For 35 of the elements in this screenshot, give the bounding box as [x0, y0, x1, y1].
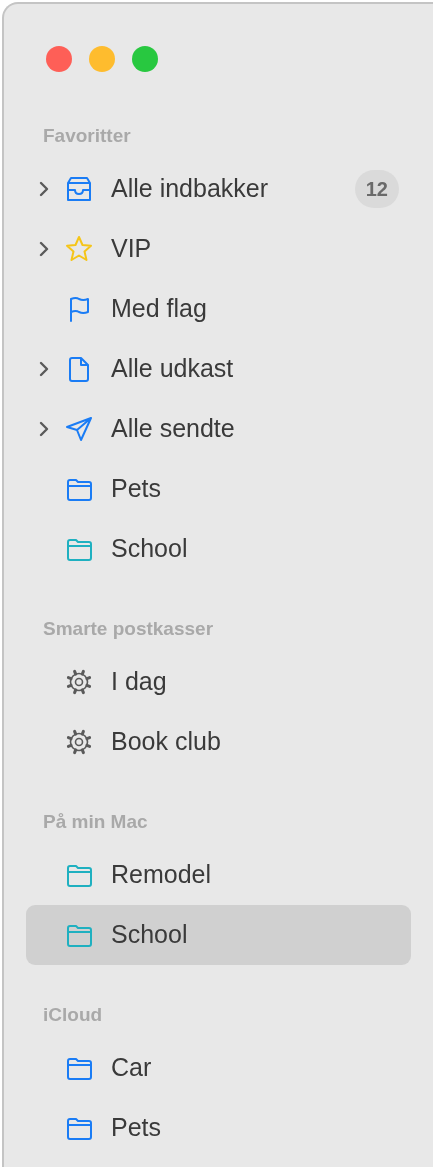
- mailbox-label: Book club: [111, 726, 221, 758]
- section-header: iCloud: [43, 1003, 104, 1027]
- mailbox-item[interactable]: Alle udkast: [26, 339, 411, 399]
- mailbox-label: VIP: [111, 233, 152, 265]
- section-header: På min Mac: [43, 810, 149, 834]
- chevron-icon[interactable]: [39, 241, 49, 257]
- mailbox-item[interactable]: School: [26, 519, 411, 579]
- mailbox-label: I dag: [111, 666, 167, 698]
- chevron-icon[interactable]: [39, 421, 49, 437]
- mailbox-label: Car: [111, 1052, 152, 1084]
- mailbox-item[interactable]: School: [26, 905, 411, 965]
- mailbox-label: School: [111, 533, 188, 565]
- mailbox-label: Pets: [111, 1112, 162, 1144]
- mailbox-label: Alle indbakker: [111, 173, 269, 205]
- mailbox-label: Remodel: [111, 859, 212, 891]
- mailbox-item[interactable]: I dag: [26, 652, 411, 712]
- mailbox-label: School: [111, 919, 188, 951]
- mailbox-item[interactable]: Pets: [26, 459, 411, 519]
- chevron-icon[interactable]: [39, 361, 49, 377]
- section-header: Favoritter: [43, 124, 132, 148]
- chevron-icon[interactable]: [39, 181, 49, 197]
- mailbox-item[interactable]: VIP: [26, 219, 411, 279]
- section-header: Smarte postkasser: [43, 617, 215, 641]
- mailbox-item[interactable]: Pets: [26, 1098, 411, 1158]
- mailbox-item[interactable]: Alle sendte: [26, 399, 411, 459]
- mailbox-item[interactable]: Car: [26, 1038, 411, 1098]
- mailbox-label: Alle udkast: [111, 353, 234, 385]
- mailbox-item[interactable]: Med flag: [26, 279, 411, 339]
- mailbox-item[interactable]: Book club: [26, 712, 411, 772]
- mailbox-label: Alle sendte: [111, 413, 235, 445]
- unread-count: 12: [354, 170, 399, 208]
- mailbox-item[interactable]: Alle indbakker 12: [26, 159, 411, 219]
- mailbox-label: Med flag: [111, 293, 207, 325]
- mailbox-label: Pets: [111, 473, 162, 505]
- mailbox-item[interactable]: Remodel: [26, 845, 411, 905]
